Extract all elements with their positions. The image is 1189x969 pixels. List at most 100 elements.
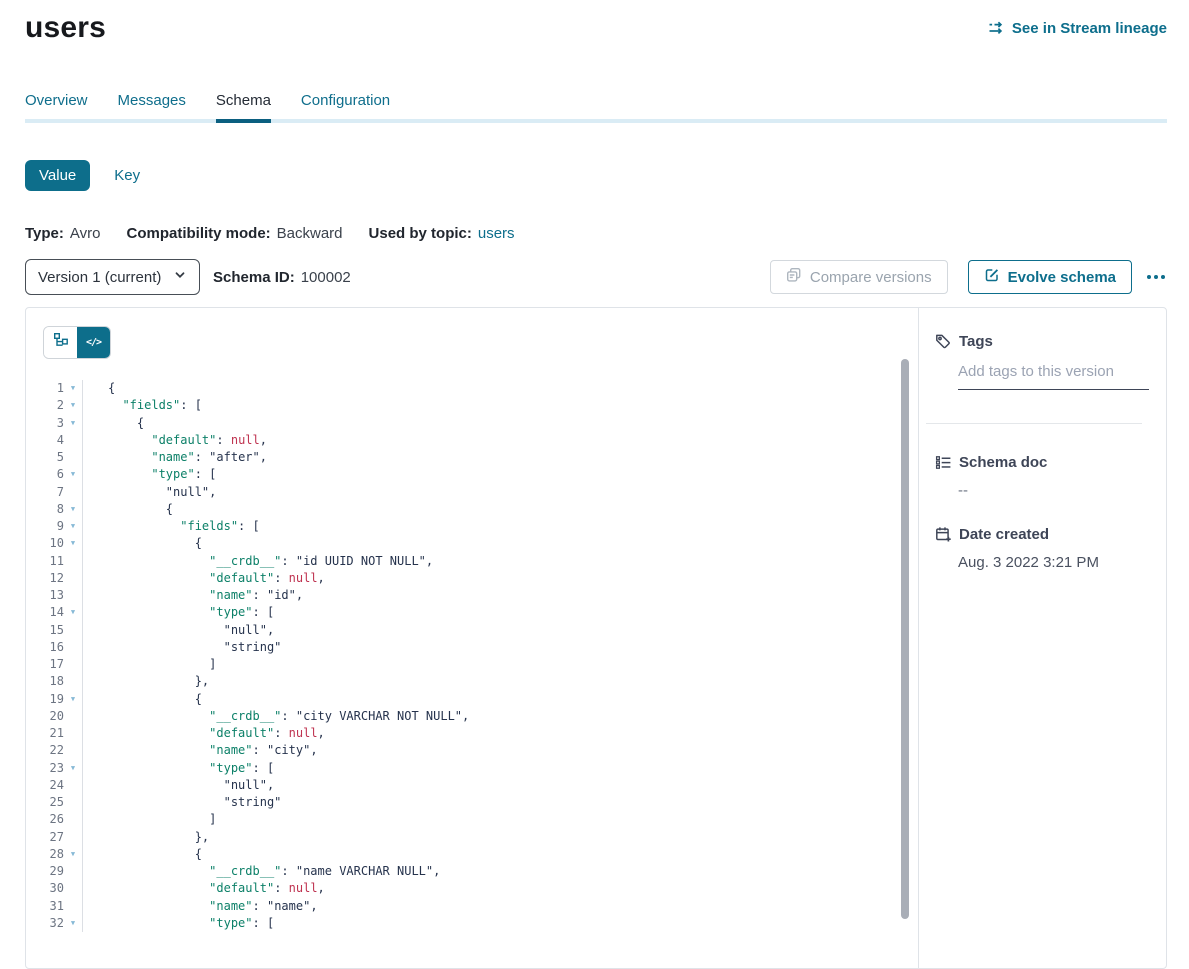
meta-label: Used by topic:: [369, 225, 472, 242]
fold-arrow-icon[interactable]: ▼: [64, 415, 82, 432]
fold-arrow-icon[interactable]: ▼: [64, 466, 82, 483]
code-line: 31 "name": "name",: [26, 898, 918, 915]
fold-arrow-icon[interactable]: ▼: [64, 691, 82, 708]
fold-arrow-icon[interactable]: ▼: [64, 380, 82, 397]
fold-arrow-icon[interactable]: ▼: [64, 501, 82, 518]
line-number: 10: [26, 535, 64, 552]
meta-item: Used by topic: users: [369, 225, 515, 242]
topic-link[interactable]: users: [478, 225, 515, 242]
code-line: 10▼ {: [26, 535, 918, 552]
line-number: 31: [26, 898, 64, 915]
code-text: "type": [: [82, 604, 918, 621]
line-number: 1: [26, 380, 64, 397]
code-text: "default": null,: [82, 570, 918, 587]
schema-id-label: Schema ID:: [213, 269, 295, 286]
value-tab-button[interactable]: Value: [25, 160, 90, 191]
fold-gutter: [64, 484, 82, 501]
ellipsis-icon: [1147, 275, 1151, 279]
page-header: users See in Stream lineage: [25, 8, 1167, 48]
more-actions-button[interactable]: [1145, 269, 1167, 285]
code-text: "type": [: [82, 466, 918, 483]
evolve-schema-button[interactable]: Evolve schema: [968, 260, 1132, 294]
version-select[interactable]: Version 1 (current): [25, 259, 200, 295]
schema-doc-section: Schema doc --: [935, 454, 1150, 499]
code-line: 16 "string": [26, 639, 918, 656]
code-line: 13 "name": "id",: [26, 587, 918, 604]
code-text: ]: [82, 811, 918, 828]
fold-arrow-icon[interactable]: ▼: [64, 846, 82, 863]
tab-messages[interactable]: Messages: [118, 92, 186, 119]
code-text: "name": "id",: [82, 587, 918, 604]
line-number: 8: [26, 501, 64, 518]
line-number: 11: [26, 553, 64, 570]
tab-schema[interactable]: Schema: [216, 92, 271, 119]
code-text: "type": [: [82, 915, 918, 932]
meta-value: Avro: [70, 225, 101, 242]
code-text: "__crdb__": "id UUID NOT NULL",: [82, 553, 918, 570]
code-text: {: [82, 535, 918, 552]
schema-id: Schema ID: 100002: [213, 269, 351, 286]
code-line: 3▼ {: [26, 415, 918, 432]
fold-gutter: [64, 639, 82, 656]
code-line: 32▼ "type": [: [26, 915, 918, 932]
tree-view-button[interactable]: [44, 327, 77, 358]
page: users See in Stream lineage Overview Mess…: [0, 0, 1189, 969]
code-text: "default": null,: [82, 725, 918, 742]
code-line: 30 "default": null,: [26, 880, 918, 897]
date-created-section: Date created Aug. 3 2022 3:21 PM: [935, 526, 1150, 571]
code-line: 20 "__crdb__": "city VARCHAR NOT NULL",: [26, 708, 918, 725]
line-number: 18: [26, 673, 64, 690]
line-number: 9: [26, 518, 64, 535]
line-number: 26: [26, 811, 64, 828]
fold-gutter: [64, 673, 82, 690]
line-number: 19: [26, 691, 64, 708]
meta-value: Backward: [277, 225, 343, 242]
tab-overview[interactable]: Overview: [25, 92, 88, 119]
line-number: 5: [26, 449, 64, 466]
compare-versions-button[interactable]: Compare versions: [770, 260, 948, 294]
code-line: 12 "default": null,: [26, 570, 918, 587]
line-number: 3: [26, 415, 64, 432]
sidebar-divider: [926, 423, 1142, 424]
fold-arrow-icon[interactable]: ▼: [64, 518, 82, 535]
code-view-button[interactable]: </>: [77, 327, 110, 358]
compare-versions-label: Compare versions: [810, 269, 932, 286]
tab-configuration[interactable]: Configuration: [301, 92, 390, 119]
vertical-scrollbar[interactable]: [901, 359, 909, 919]
fold-arrow-icon[interactable]: ▼: [64, 915, 82, 932]
ellipsis-icon: [1161, 275, 1165, 279]
add-tags-input[interactable]: [958, 363, 1149, 390]
code-line: 23▼ "type": [: [26, 760, 918, 777]
code-line: 4 "default": null,: [26, 432, 918, 449]
code-line: 27 },: [26, 829, 918, 846]
line-number: 22: [26, 742, 64, 759]
editor-view-toggle: </>: [43, 326, 111, 359]
fold-arrow-icon[interactable]: ▼: [64, 604, 82, 621]
code-view-icon: </>: [86, 337, 101, 348]
code-text: "null",: [82, 777, 918, 794]
schema-doc-value: --: [958, 482, 1150, 499]
code-text: "fields": [: [82, 518, 918, 535]
page-title: users: [25, 11, 106, 45]
fold-arrow-icon[interactable]: ▼: [64, 535, 82, 552]
fold-gutter: [64, 622, 82, 639]
line-number: 7: [26, 484, 64, 501]
date-created-value: Aug. 3 2022 3:21 PM: [958, 554, 1150, 571]
evolve-schema-label: Evolve schema: [1008, 269, 1116, 286]
line-number: 16: [26, 639, 64, 656]
code-text: "__crdb__": "name VARCHAR NULL",: [82, 863, 918, 880]
fold-arrow-icon[interactable]: ▼: [64, 760, 82, 777]
line-number: 13: [26, 587, 64, 604]
meta-label: Compatibility mode:: [126, 225, 270, 242]
code-text: },: [82, 673, 918, 690]
code-line: 8▼ {: [26, 501, 918, 518]
fold-gutter: [64, 587, 82, 604]
line-number: 6: [26, 466, 64, 483]
schema-id-value: 100002: [301, 269, 351, 286]
fold-arrow-icon[interactable]: ▼: [64, 397, 82, 414]
see-in-stream-lineage-link[interactable]: See in Stream lineage: [988, 20, 1167, 37]
key-tab-button[interactable]: Key: [100, 160, 154, 191]
list-icon: [935, 454, 952, 471]
version-row: Version 1 (current) Schema ID: 100002 Co…: [25, 259, 1167, 295]
code-text: "type": [: [82, 760, 918, 777]
